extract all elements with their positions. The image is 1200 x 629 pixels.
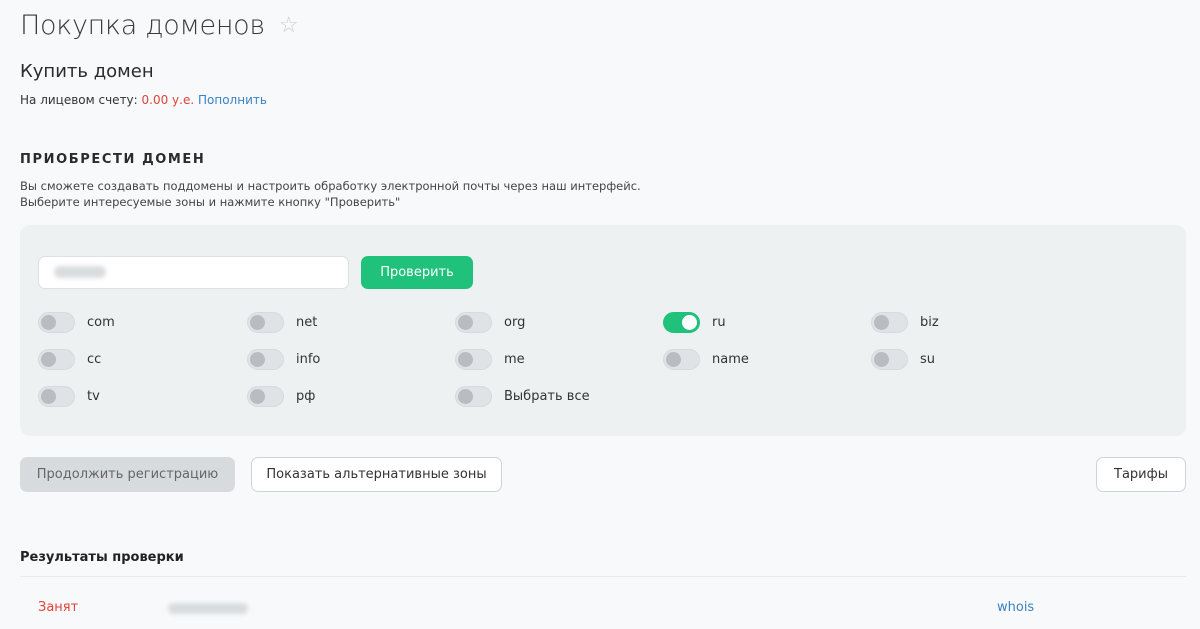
zone-toggle-switch[interactable] — [38, 348, 75, 370]
zone-toggle-switch[interactable] — [38, 311, 75, 333]
zone-label: name — [712, 351, 749, 367]
continue-registration-button[interactable]: Продолжить регистрацию — [20, 457, 235, 492]
zone-cc[interactable]: cc — [38, 348, 101, 370]
zone-name[interactable]: name — [663, 348, 749, 370]
toggle-knob — [874, 351, 889, 367]
zone-label: tv — [87, 388, 100, 404]
results-title: Результаты проверки — [20, 550, 184, 565]
toggle-knob — [458, 351, 473, 367]
buy-domain-title: Купить домен — [20, 61, 154, 82]
zone-info[interactable]: info — [247, 348, 320, 370]
topup-link[interactable]: Пополнить — [198, 93, 267, 107]
domain-search-panel: Проверить com net org ru biz cc info me name su tv… — [20, 225, 1186, 436]
zone-toggle-switch[interactable] — [455, 348, 492, 370]
zone-label: ru — [712, 314, 726, 330]
zone-label: net — [296, 314, 318, 330]
result-status: Занят — [38, 600, 79, 615]
page-title-text: Покупка доменов — [20, 10, 265, 41]
zone-label: su — [920, 351, 936, 367]
zone-toggle-switch[interactable] — [247, 348, 284, 370]
check-button[interactable]: Проверить — [361, 256, 473, 289]
toggle-knob — [458, 314, 473, 330]
toggle-knob — [41, 351, 56, 367]
acquire-description: Вы сможете создавать поддомены и настрои… — [20, 178, 641, 210]
zone-com[interactable]: com — [38, 311, 115, 333]
domain-input-blurred-value — [54, 266, 106, 278]
tariffs-button[interactable]: Тарифы — [1096, 457, 1186, 492]
toggle-knob — [458, 388, 473, 404]
zone-label: com — [87, 314, 115, 330]
result-domain-blurred — [168, 603, 248, 614]
zone-ru[interactable]: ru — [663, 311, 726, 333]
zone-select-all[interactable]: Выбрать все — [455, 385, 590, 407]
zone-label: org — [504, 314, 526, 330]
toggle-knob — [874, 314, 889, 330]
zone-label: cc — [87, 351, 102, 367]
whois-link[interactable]: whois — [997, 600, 1034, 615]
balance-amount: 0.00 у.е. — [141, 93, 195, 107]
zone-toggle-switch[interactable] — [663, 311, 700, 333]
zone-toggle-switch[interactable] — [247, 385, 284, 407]
show-alternative-zones-button[interactable]: Показать альтернативные зоны — [251, 457, 502, 492]
zone-tv[interactable]: tv — [38, 385, 100, 407]
zone-biz[interactable]: biz — [871, 311, 939, 333]
zone-toggle-switch[interactable] — [663, 348, 700, 370]
toggle-knob — [666, 351, 681, 367]
zone-рф[interactable]: рф — [247, 385, 315, 407]
balance-info: На лицевом счету: 0.00 у.е. Пополнить — [20, 93, 267, 107]
zone-toggle-switch[interactable] — [455, 385, 492, 407]
toggle-knob — [250, 351, 265, 367]
acquire-description-line-1: Вы сможете создавать поддомены и настрои… — [20, 179, 641, 193]
toggle-knob — [41, 314, 56, 330]
zone-toggle-switch[interactable] — [38, 385, 75, 407]
zone-label: info — [296, 351, 321, 367]
acquire-description-line-2: Выберите интересуемые зоны и нажмите кно… — [20, 195, 401, 209]
results-divider — [20, 576, 1186, 577]
toggle-knob — [250, 388, 265, 404]
zone-label: me — [504, 351, 525, 367]
zone-label: рф — [296, 388, 316, 404]
zone-toggle-switch[interactable] — [455, 311, 492, 333]
zone-toggle-switch[interactable] — [871, 311, 908, 333]
zone-su[interactable]: su — [871, 348, 935, 370]
zone-label: Выбрать все — [504, 388, 590, 404]
zone-label: biz — [920, 314, 939, 330]
zone-toggle-switch[interactable] — [871, 348, 908, 370]
toggle-knob — [250, 314, 265, 330]
zone-me[interactable]: me — [455, 348, 525, 370]
balance-label: На лицевом счету: — [20, 93, 142, 107]
acquire-domain-heading: ПРИОБРЕСТИ ДОМЕН — [20, 152, 206, 167]
zone-org[interactable]: org — [455, 311, 525, 333]
toggle-knob — [41, 388, 56, 404]
star-icon[interactable]: ☆ — [279, 14, 299, 37]
page-title: Покупка доменов ☆ — [20, 10, 299, 41]
zone-toggle-switch[interactable] — [247, 311, 284, 333]
zone-net[interactable]: net — [247, 311, 317, 333]
result-row: Занят whois — [20, 597, 1186, 619]
toggle-knob — [682, 314, 697, 330]
